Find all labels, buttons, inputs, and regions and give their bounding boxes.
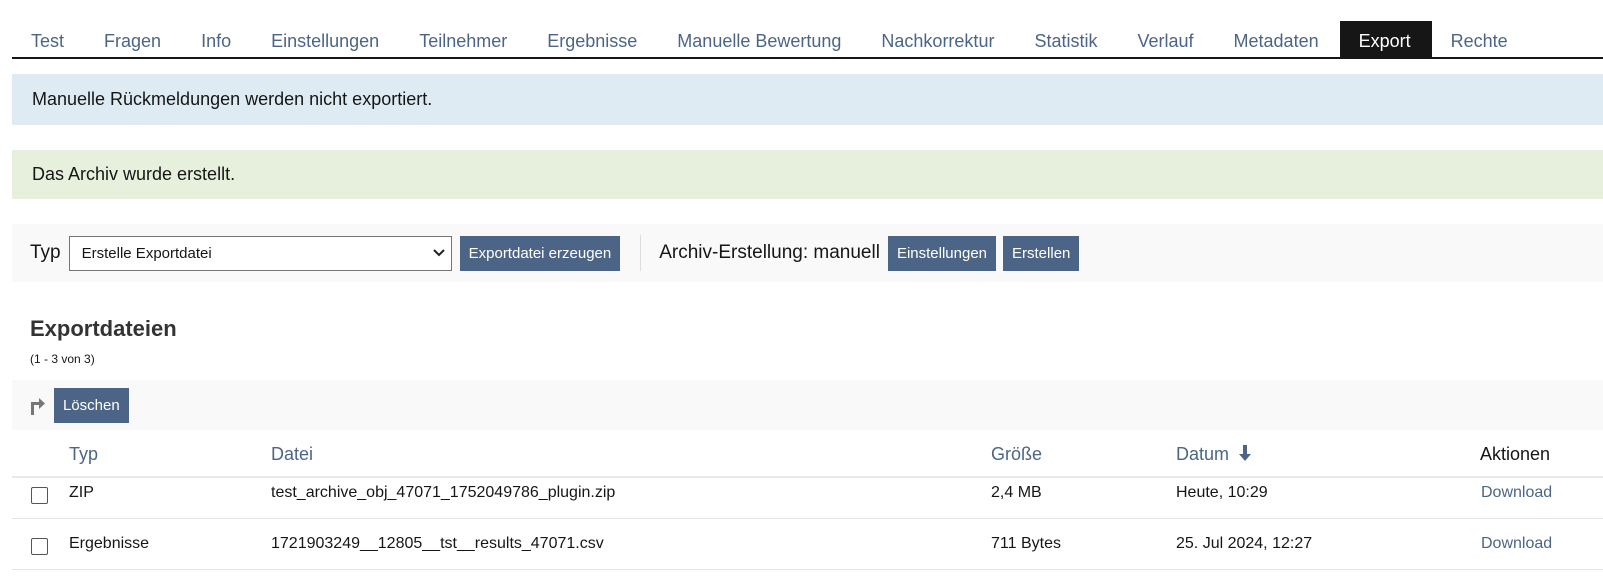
download-link[interactable]: Download bbox=[1481, 484, 1552, 502]
tab-einstellungen[interactable]: Einstellungen bbox=[252, 21, 400, 58]
tab-statistik[interactable]: Statistik bbox=[1015, 21, 1118, 58]
sort-down-arrow-icon bbox=[1239, 445, 1252, 461]
column-header-actions: Aktionen bbox=[1480, 444, 1551, 464]
tab-bar: Test Fragen Info Einstellungen Teilnehme… bbox=[12, 21, 1603, 59]
type-label: Typ bbox=[30, 242, 61, 263]
type-select[interactable]: Erstelle Exportdatei bbox=[68, 235, 452, 271]
export-toolbar: Typ Erstelle Exportdatei Exportdatei erz… bbox=[12, 224, 1603, 282]
cell-file: test_archive_obj_47071_1752049786_plugin… bbox=[271, 484, 616, 501]
tab-rechte[interactable]: Rechte bbox=[1432, 21, 1529, 58]
delete-button[interactable]: Löschen bbox=[54, 387, 129, 423]
tab-test[interactable]: Test bbox=[12, 21, 85, 58]
tab-teilnehmer[interactable]: Teilnehmer bbox=[400, 21, 528, 58]
archive-create-button[interactable]: Erstellen bbox=[1003, 235, 1080, 271]
success-message: Das Archiv wurde erstellt. bbox=[12, 150, 1603, 199]
download-link[interactable]: Download bbox=[1481, 535, 1552, 553]
cell-file: 1721903249__12805__tst__results_47071.cs… bbox=[271, 535, 604, 552]
column-header-date[interactable]: Datum bbox=[1176, 444, 1252, 465]
cell-size: 711 Bytes bbox=[991, 535, 1061, 552]
column-header-date-label: Datum bbox=[1176, 444, 1230, 464]
table-row: ZIP test_archive_obj_47071_1752049786_pl… bbox=[12, 468, 1603, 519]
tab-verlauf[interactable]: Verlauf bbox=[1118, 21, 1214, 58]
tab-fragen[interactable]: Fragen bbox=[85, 21, 182, 58]
type-select-value: Erstelle Exportdatei bbox=[81, 244, 212, 262]
toolbar-separator bbox=[640, 235, 642, 271]
multi-action-bar: Löschen bbox=[12, 380, 1603, 430]
tab-ergebnisse[interactable]: Ergebnisse bbox=[528, 21, 658, 58]
tab-export[interactable]: Export bbox=[1339, 21, 1432, 58]
chevron-down-icon bbox=[432, 249, 445, 257]
cell-type: Ergebnisse bbox=[69, 535, 150, 552]
column-header-file[interactable]: Datei bbox=[271, 444, 313, 465]
tab-metadaten[interactable]: Metadaten bbox=[1215, 21, 1340, 58]
create-export-button[interactable]: Exportdatei erzeugen bbox=[459, 235, 621, 271]
export-files-count: (1 - 3 von 3) bbox=[30, 352, 95, 366]
row-checkbox[interactable] bbox=[31, 538, 48, 555]
archive-settings-button[interactable]: Einstellungen bbox=[887, 235, 997, 271]
cell-size: 2,4 MB bbox=[991, 484, 1042, 501]
turn-right-arrow-icon bbox=[31, 398, 45, 415]
info-message-text: Manuelle Rückmeldungen werden nicht expo… bbox=[32, 89, 433, 109]
column-header-size[interactable]: Größe bbox=[991, 444, 1042, 465]
column-header-type[interactable]: Typ bbox=[69, 444, 98, 465]
export-files-title: Exportdateien bbox=[30, 316, 177, 341]
archive-mode-label: Archiv-Erstellung: manuell bbox=[659, 242, 880, 263]
tab-nachkorrektur[interactable]: Nachkorrektur bbox=[862, 21, 1015, 58]
cell-date: Heute, 10:29 bbox=[1176, 484, 1268, 501]
cell-type: ZIP bbox=[69, 484, 94, 501]
table-row: Ergebnisse 1721903249__12805__tst__resul… bbox=[12, 519, 1603, 570]
tab-info[interactable]: Info bbox=[182, 21, 252, 58]
cell-date: 25. Jul 2024, 12:27 bbox=[1176, 535, 1313, 552]
info-message: Manuelle Rückmeldungen werden nicht expo… bbox=[12, 74, 1603, 125]
row-checkbox[interactable] bbox=[31, 487, 48, 504]
tab-manuelle-bewertung[interactable]: Manuelle Bewertung bbox=[658, 21, 862, 58]
success-message-text: Das Archiv wurde erstellt. bbox=[32, 164, 236, 184]
